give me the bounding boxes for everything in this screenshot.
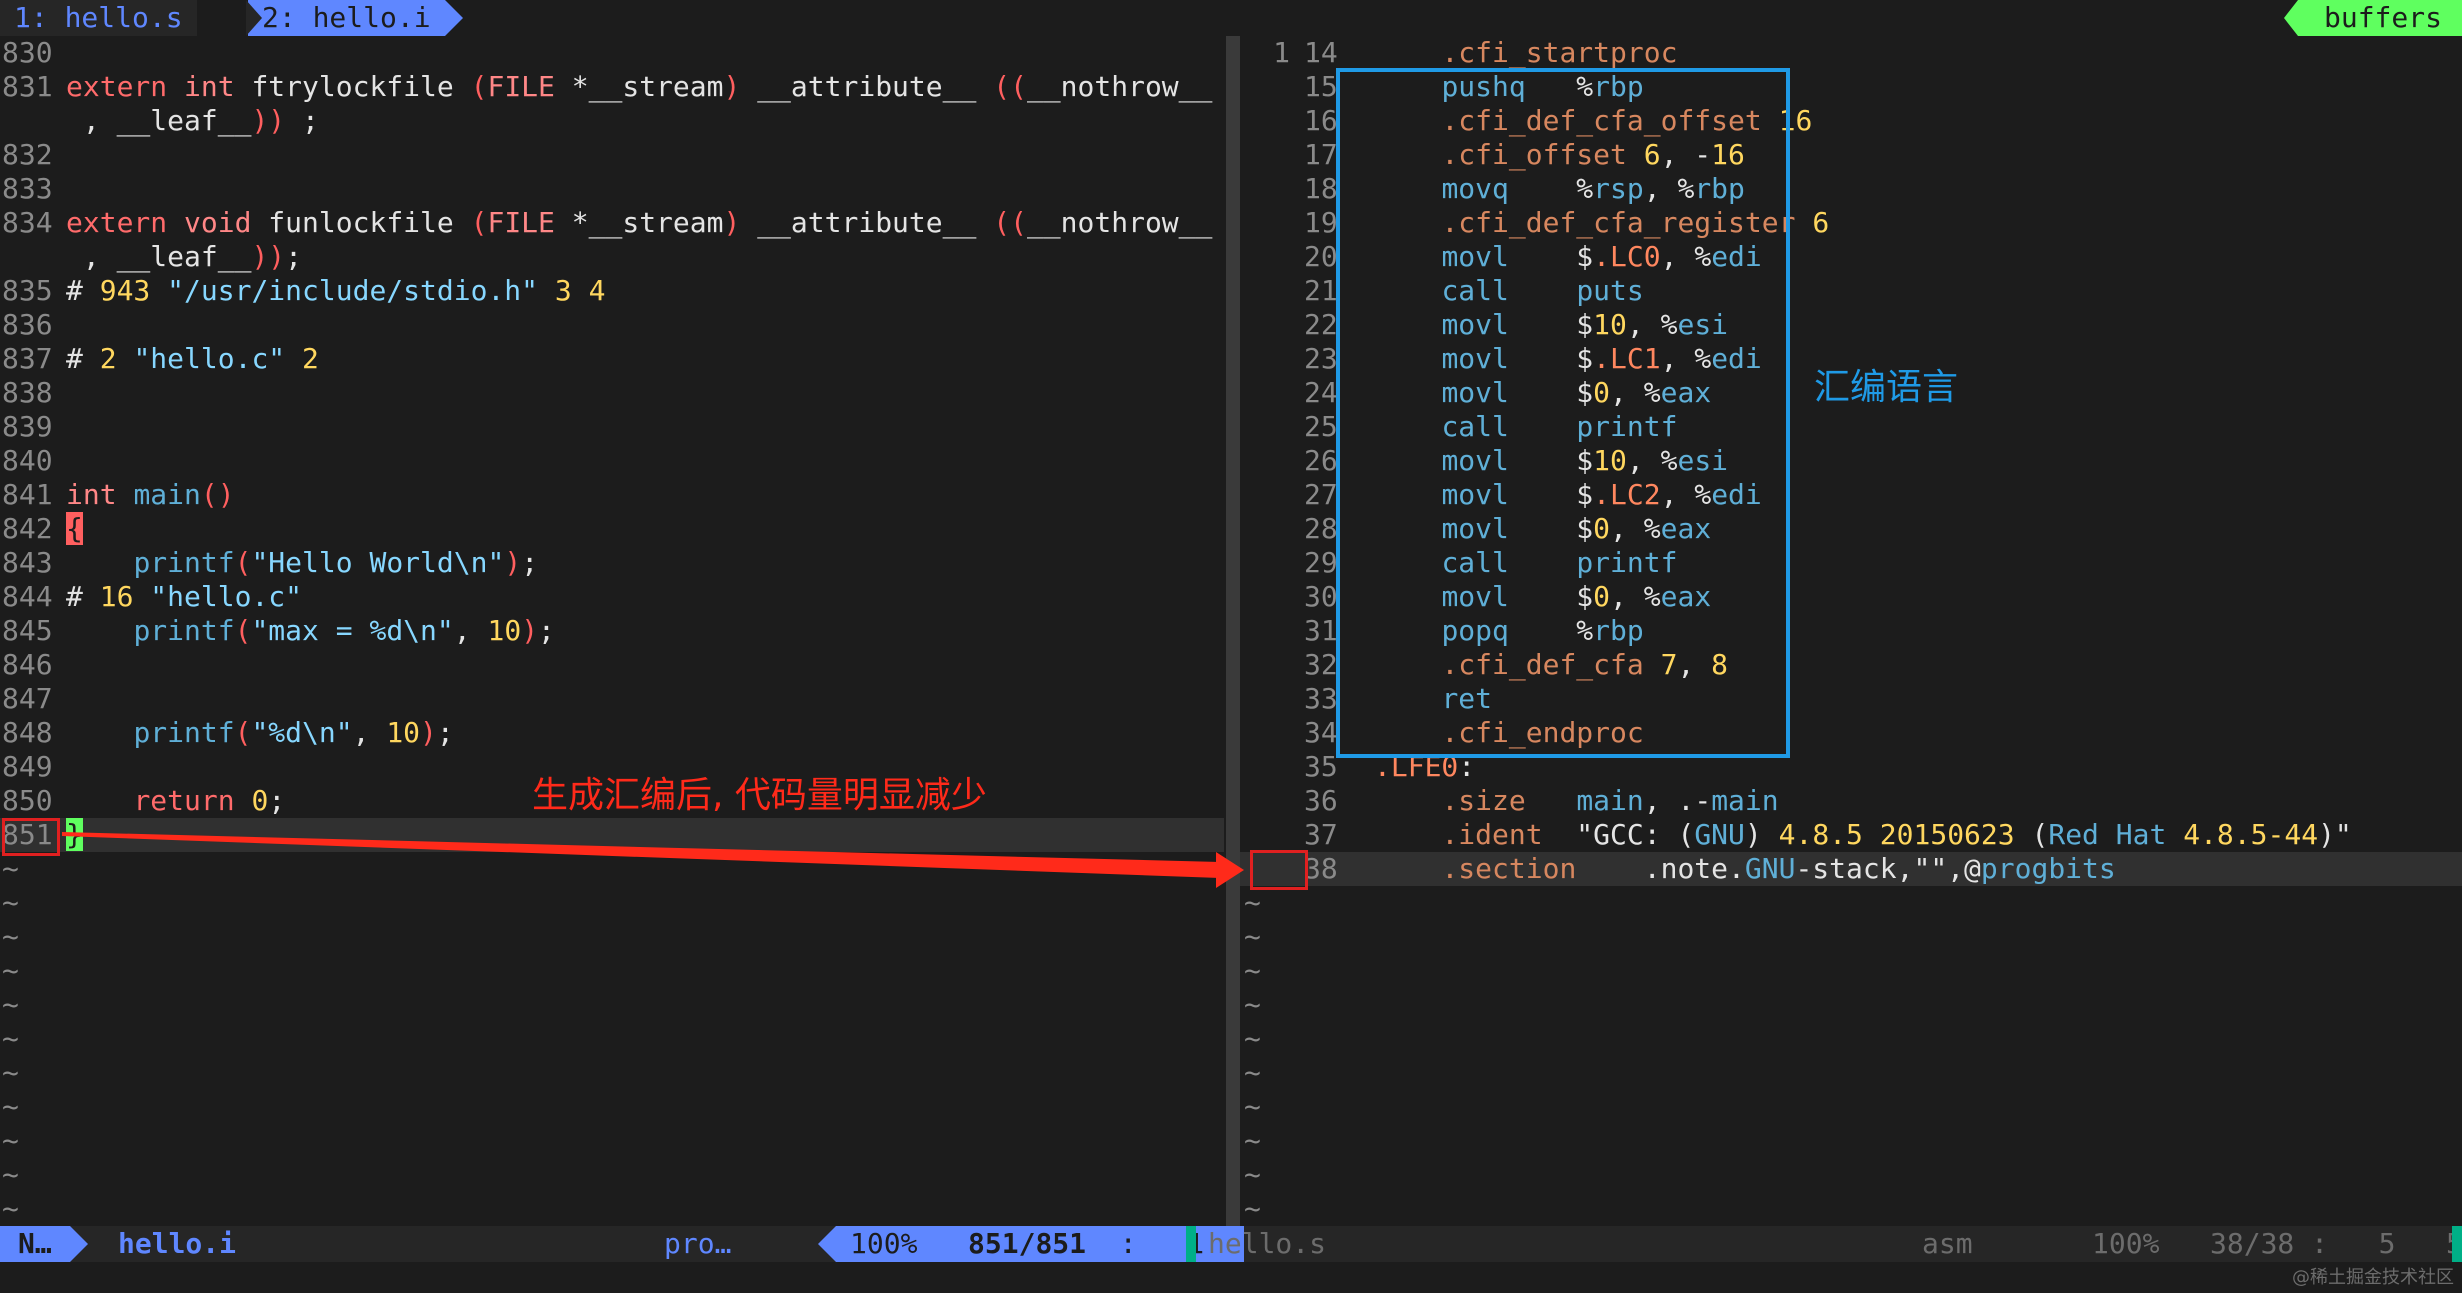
annotation-code-reduced: 生成汇编后, 代码量明显减少 [532,775,987,816]
watermark: @稀土掘金技术社区 [2292,1267,2454,1288]
annotation-arrow [62,832,1244,888]
annotation-assembly-language: 汇编语言 [1814,367,1959,408]
